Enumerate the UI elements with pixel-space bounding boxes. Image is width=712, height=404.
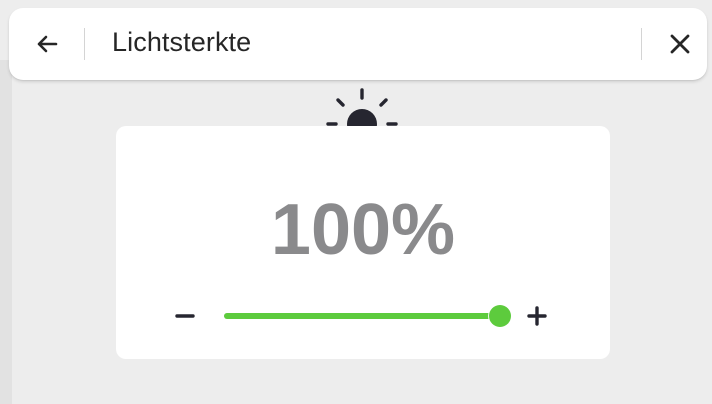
background-panel: [0, 60, 12, 404]
slider-thumb[interactable]: [489, 305, 511, 327]
page-title: Lichtsterkte: [112, 27, 252, 57]
plus-icon: [527, 306, 547, 326]
close-button[interactable]: [664, 28, 696, 60]
header-divider: [84, 28, 85, 60]
slider-track: [224, 313, 500, 319]
close-icon: [670, 34, 690, 54]
slider-fill: [224, 313, 500, 319]
decrease-button[interactable]: [172, 302, 200, 330]
header-divider: [641, 28, 642, 60]
arrow-left-icon: [37, 35, 58, 53]
brightness-screen: Lichtsterkte 100%: [0, 0, 712, 404]
increase-button[interactable]: [523, 302, 551, 330]
brightness-value: 100%: [270, 190, 456, 270]
brightness-slider[interactable]: [224, 302, 514, 330]
back-button[interactable]: [31, 28, 63, 60]
minus-icon: [175, 314, 195, 318]
header-bar: Lichtsterkte: [9, 8, 707, 80]
brightness-card: 100%: [116, 126, 610, 359]
